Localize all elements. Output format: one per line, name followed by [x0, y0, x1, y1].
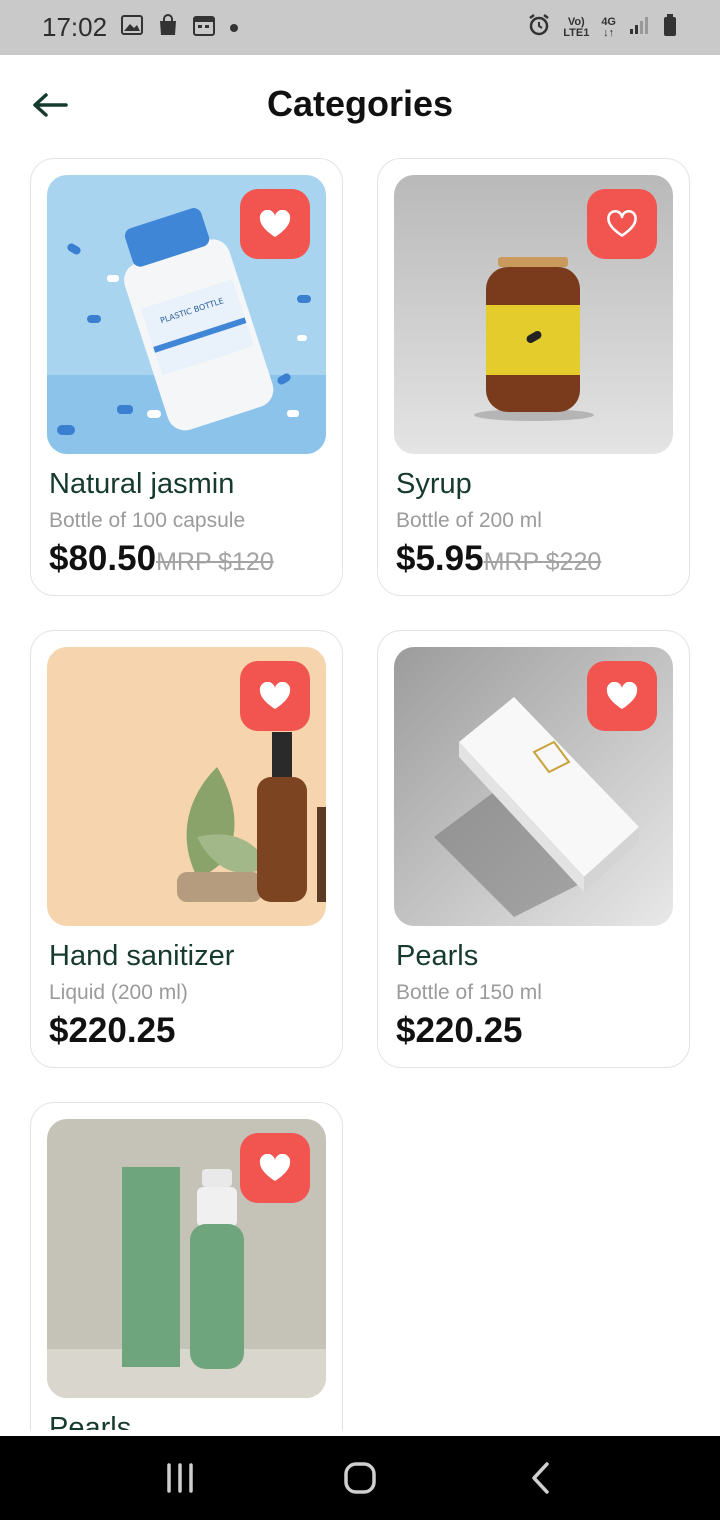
price-row: $220.25	[49, 1011, 176, 1051]
product-subtitle: Bottle of 150 ml	[396, 981, 542, 1004]
header: Categories	[0, 55, 720, 155]
product-card[interactable]: Pearls	[30, 1102, 343, 1430]
network-bottom-label: LTE1	[563, 26, 590, 39]
battery-icon	[662, 13, 678, 43]
status-time: 17:02	[42, 12, 108, 42]
product-card[interactable]: Hand sanitizer Liquid (200 ml) $220.25	[30, 630, 343, 1068]
system-back-button[interactable]	[510, 1448, 570, 1508]
favorite-button[interactable]	[240, 189, 310, 259]
product-mrp: MRP $120	[156, 548, 274, 576]
heart-filled-icon	[259, 210, 291, 237]
alarm-icon	[527, 13, 551, 43]
network-top-label: Vo)	[567, 15, 585, 28]
product-price: $220.25	[49, 1011, 176, 1050]
product-card[interactable]: Pearls Bottle of 150 ml $220.25	[377, 630, 690, 1068]
product-image	[47, 647, 326, 926]
back-icon	[532, 1462, 549, 1494]
price-row: $5.95 MRP $220	[396, 539, 601, 579]
price-row: $80.50 MRP $120	[49, 539, 274, 579]
calendar-icon	[193, 14, 216, 42]
heart-outline-icon	[607, 210, 637, 237]
product-name: Natural jasmin	[49, 468, 235, 500]
product-price: $5.95	[396, 539, 484, 578]
heart-filled-icon	[606, 682, 638, 709]
status-bar: 17:02 Vo) LTE1 4G ↓↑	[0, 0, 720, 55]
favorite-button[interactable]	[587, 189, 657, 259]
home-button[interactable]	[330, 1448, 390, 1508]
product-name: Pearls	[396, 940, 479, 972]
product-name: Pearls	[49, 1412, 132, 1430]
product-price: $220.25	[396, 1011, 523, 1050]
product-name: Hand sanitizer	[49, 940, 235, 972]
signal-icon	[628, 14, 650, 42]
product-subtitle: Bottle of 100 capsule	[49, 509, 246, 532]
favorite-button[interactable]	[240, 1133, 310, 1203]
product-image: PLASTIC BOTTLE	[47, 175, 326, 454]
status-right: Vo) LTE1 4G ↓↑	[527, 13, 678, 43]
product-grid: PLASTIC BOTTLE Natural jasmin Bottle of …	[30, 158, 690, 1430]
product-price: $80.50	[49, 539, 157, 578]
favorite-button[interactable]	[587, 661, 657, 731]
product-card[interactable]: Syrup Bottle of 200 ml $5.95 MRP $220	[377, 158, 690, 596]
product-mrp: MRP $220	[483, 548, 602, 576]
product-name: Syrup	[396, 468, 472, 500]
heart-filled-icon	[259, 1154, 291, 1181]
page-title: Categories	[266, 83, 454, 124]
price-row: $220.25	[396, 1011, 523, 1051]
network-4g: 4G ↓↑	[601, 15, 616, 39]
product-image	[394, 175, 673, 454]
data-arrows-icon: ↓↑	[603, 26, 615, 39]
product-subtitle: Bottle of 200 ml	[396, 509, 542, 532]
product-subtitle: Liquid (200 ml)	[49, 981, 188, 1004]
image-icon	[121, 14, 144, 41]
network-volte: Vo) LTE1	[563, 15, 590, 39]
recent-apps-icon	[167, 1463, 193, 1493]
network-gen-label: 4G	[601, 15, 616, 28]
system-nav-bar	[0, 1436, 720, 1520]
shopping-bag-icon	[157, 13, 179, 42]
heart-filled-icon	[259, 682, 291, 709]
product-card[interactable]: PLASTIC BOTTLE Natural jasmin Bottle of …	[30, 158, 343, 596]
recent-apps-button[interactable]	[150, 1448, 210, 1508]
product-image	[394, 647, 673, 926]
home-icon	[344, 1462, 376, 1494]
dot-icon	[229, 16, 239, 39]
favorite-button[interactable]	[240, 661, 310, 731]
status-left: 17:02	[42, 12, 239, 43]
product-image	[47, 1119, 326, 1398]
